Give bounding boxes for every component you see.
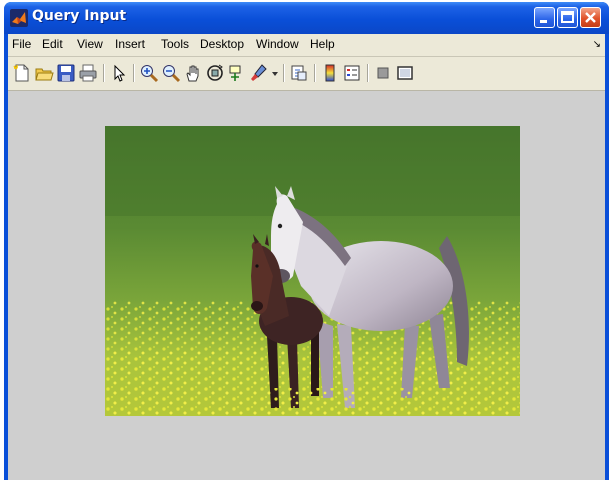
menu-desktop[interactable]: Desktop — [200, 37, 244, 51]
toolbar-separator — [367, 64, 369, 82]
rotate-3d-icon[interactable] — [205, 63, 225, 83]
link-plot-icon[interactable] — [289, 63, 309, 83]
horse-photo[interactable] — [105, 126, 520, 416]
new-figure-icon[interactable] — [12, 63, 32, 83]
menu-bar: File Edit View Insert Tools Desktop Wind… — [8, 34, 605, 57]
query-input-window: Query Input File Edit View Insert Tools … — [4, 2, 609, 480]
save-icon[interactable] — [56, 63, 76, 83]
close-button[interactable] — [580, 7, 601, 28]
toolbar-separator — [314, 64, 316, 82]
figure-toolbar — [8, 57, 605, 91]
menu-dock-arrow-icon[interactable]: ↘ — [593, 39, 601, 50]
menu-tools[interactable]: Tools — [161, 37, 189, 51]
print-icon[interactable] — [78, 63, 98, 83]
client-area: File Edit View Insert Tools Desktop Wind… — [8, 34, 605, 480]
toolbar-separator — [103, 64, 105, 82]
menu-help[interactable]: Help — [310, 37, 335, 51]
close-icon — [585, 12, 596, 23]
menu-file[interactable]: File — [12, 37, 31, 51]
title-bar[interactable]: Query Input — [4, 2, 609, 34]
show-plot-tools-icon[interactable] — [395, 63, 415, 83]
legend-icon[interactable] — [342, 63, 362, 83]
dropdown-arrow-icon[interactable] — [270, 63, 280, 83]
open-file-icon[interactable] — [34, 63, 54, 83]
minimize-button[interactable] — [534, 7, 555, 28]
minimize-icon — [540, 20, 547, 23]
matlab-logo-icon — [10, 9, 28, 27]
maximize-icon — [561, 11, 574, 23]
window-title: Query Input — [32, 8, 127, 24]
toolbar-separator — [133, 64, 135, 82]
menu-edit[interactable]: Edit — [42, 37, 63, 51]
hide-plot-tools-icon[interactable] — [373, 63, 393, 83]
menu-insert[interactable]: Insert — [115, 37, 145, 51]
zoom-out-icon[interactable] — [161, 63, 181, 83]
maximize-button[interactable] — [557, 7, 578, 28]
data-cursor-icon[interactable] — [227, 63, 247, 83]
figure-canvas — [8, 91, 605, 480]
colorbar-icon[interactable] — [320, 63, 340, 83]
toolbar-separator — [283, 64, 285, 82]
zoom-in-icon[interactable] — [139, 63, 159, 83]
menu-window[interactable]: Window — [256, 37, 299, 51]
brush-icon[interactable] — [249, 63, 269, 83]
menu-view[interactable]: View — [77, 37, 103, 51]
pan-hand-icon[interactable] — [183, 63, 203, 83]
select-arrow-icon[interactable] — [109, 63, 129, 83]
